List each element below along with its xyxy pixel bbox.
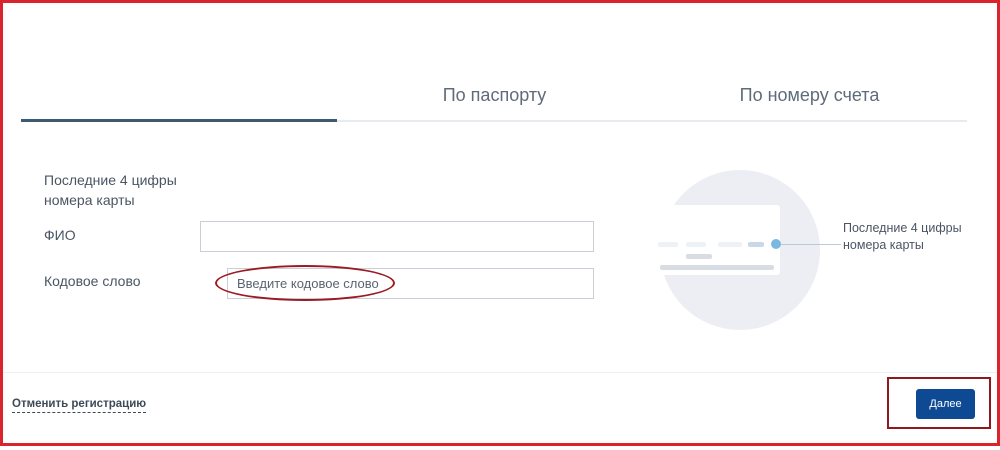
illustration-card — [652, 205, 780, 275]
pointer-line — [781, 244, 841, 245]
code-word-input[interactable] — [227, 268, 594, 299]
card-line — [686, 254, 712, 259]
card-last-digits-block — [748, 242, 764, 247]
code-word-label: Кодовое слово — [44, 273, 141, 289]
cancel-registration-link[interactable]: Отменить регистрацию — [12, 397, 147, 413]
illustration-caption: Последние 4 цифры номера карты — [843, 221, 962, 252]
tab-active-indicator — [21, 119, 337, 122]
pointer-dot — [771, 239, 781, 249]
tab-card[interactable] — [21, 78, 337, 124]
card-digit-block — [718, 242, 742, 247]
card-digits-label: Последние 4 цифры номера карты — [44, 172, 177, 208]
card-line — [660, 265, 774, 270]
tab-account-number[interactable]: По номеру счета — [652, 78, 967, 124]
card-digit-block — [686, 242, 706, 247]
fio-input[interactable] — [200, 221, 594, 252]
tab-bar: По паспорту По номеру счета — [21, 78, 967, 124]
card-digit-block — [658, 242, 678, 247]
fio-label: ФИО — [44, 227, 76, 243]
card-illustration-icon — [652, 170, 841, 330]
tab-passport[interactable]: По паспорту — [337, 78, 652, 124]
next-button[interactable]: Далее — [916, 389, 975, 419]
footer-divider — [3, 372, 997, 373]
